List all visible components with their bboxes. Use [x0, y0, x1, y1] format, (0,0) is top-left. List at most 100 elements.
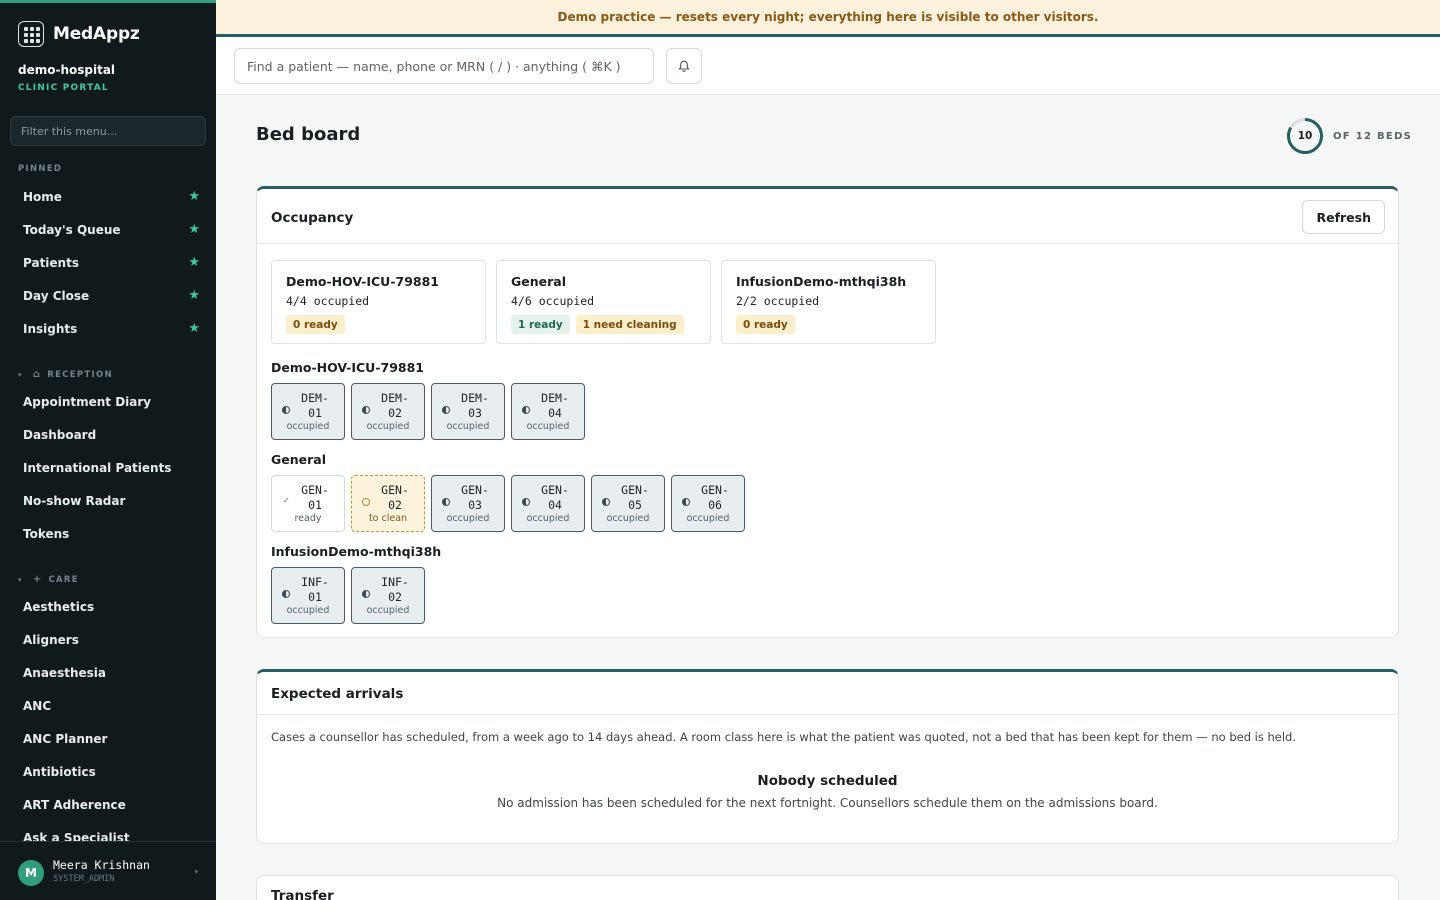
expected-arrivals-card: Expected arrivals Cases a counsellor has… — [256, 669, 1399, 844]
bed-tile-dem-01[interactable]: DEM-01 occupied — [271, 383, 345, 440]
ward-summary-card: Demo-HOV-ICU-79881 4/4 occupied 0 ready — [271, 260, 486, 344]
sidebar-item-anc-planner[interactable]: ANC Planner — [10, 724, 206, 754]
bed-status: occupied — [526, 513, 570, 524]
plus-icon: + — [32, 574, 43, 585]
patient-search-input[interactable] — [234, 48, 654, 84]
sidebar-item-tokens[interactable]: Tokens — [10, 519, 206, 549]
menu-filter-input[interactable] — [10, 116, 206, 146]
bed-tile-gen-02[interactable]: GEN-02 to clean — [351, 475, 425, 532]
banner-text: Demo practice — resets every night; ever… — [557, 10, 1099, 24]
refresh-button[interactable]: Refresh — [1302, 200, 1385, 234]
status-badge: 0 ready — [286, 315, 345, 334]
star-icon[interactable]: ★ — [188, 288, 200, 303]
chevron-down-icon: ▾ — [18, 575, 23, 584]
bed-status: occupied — [446, 421, 490, 432]
sidebar-item-label: Today's Queue — [23, 223, 121, 237]
star-icon[interactable]: ★ — [188, 321, 200, 336]
beds-occupancy-summary: 10 OF 12 BEDS — [1286, 117, 1412, 155]
tenant-name: demo-hospital — [18, 63, 116, 77]
bed-code: DEM-04 — [541, 391, 569, 420]
status-badge: 1 need cleaning — [575, 315, 684, 334]
sidebar-item-dashboard[interactable]: Dashboard — [10, 420, 206, 450]
card-title: Occupancy — [271, 210, 354, 226]
sidebar-item-label: Patients — [23, 256, 79, 270]
bed-tile-gen-01[interactable]: ✓ GEN-01 ready — [271, 475, 345, 532]
bed-status: occupied — [446, 513, 490, 524]
user-name: Meera Krishnan — [53, 858, 150, 872]
user-role: SYSTEM_ADMIN — [53, 874, 115, 884]
ward-summary-name: Demo-HOV-ICU-79881 — [286, 274, 440, 289]
sidebar-item-label: Insights — [23, 322, 78, 336]
sidebar: MedAppz demo-hospital CLINIC PORTAL PINN… — [0, 0, 216, 900]
section-toggle-reception[interactable]: ▾ ⌂ RECEPTION — [18, 369, 113, 380]
sidebar-item-art-adherence[interactable]: ART Adherence — [10, 790, 206, 820]
sidebar-item-international-patients[interactable]: International Patients — [10, 453, 206, 483]
notifications-button[interactable] — [666, 48, 702, 84]
sidebar-item-day-close[interactable]: Day Close ★ — [10, 281, 206, 311]
bed-status: occupied — [526, 421, 570, 432]
bed-tile-inf-01[interactable]: INF-01 occupied — [271, 567, 345, 624]
portal-label: CLINIC PORTAL — [18, 83, 109, 93]
bed-tile-gen-05[interactable]: GEN-05 occupied — [591, 475, 665, 532]
bed-status: occupied — [606, 513, 650, 524]
ward-summary-name: General — [511, 274, 566, 289]
home-icon: ⌂ — [32, 369, 42, 380]
bed-code: GEN-05 — [621, 483, 649, 512]
sidebar-item-patients[interactable]: Patients ★ — [10, 248, 206, 278]
bed-code: DEM-02 — [381, 391, 409, 420]
card-header: Occupancy Refresh — [257, 189, 1398, 244]
bed-tile-dem-04[interactable]: DEM-04 occupied — [511, 383, 585, 440]
sidebar-item-aligners[interactable]: Aligners — [10, 625, 206, 655]
sidebar-item-label: Day Close — [23, 289, 90, 303]
sidebar-item-antibiotics[interactable]: Antibiotics — [10, 757, 206, 787]
sidebar-item-home[interactable]: Home ★ — [10, 182, 206, 212]
occupied-icon — [522, 498, 530, 506]
star-icon[interactable]: ★ — [188, 222, 200, 237]
sidebar-item-anaesthesia[interactable]: Anaesthesia — [10, 658, 206, 688]
star-icon[interactable]: ★ — [188, 189, 200, 204]
ward-label: General — [271, 452, 326, 467]
occupied-icon — [602, 498, 610, 506]
bed-code: GEN-03 — [461, 483, 489, 512]
bed-status: ready — [294, 513, 322, 524]
brand[interactable]: MedAppz — [18, 21, 140, 47]
bed-code: INF-01 — [301, 575, 329, 604]
empty-state-title: Nobody scheduled — [757, 773, 898, 789]
bed-tile-dem-02[interactable]: DEM-02 occupied — [351, 383, 425, 440]
chevron-down-icon: ▾ — [18, 370, 23, 379]
sidebar-item-insights[interactable]: Insights ★ — [10, 314, 206, 344]
beds-total-label: OF 12 BEDS — [1333, 130, 1413, 142]
ward-summary-card: InfusionDemo-mthqi38h 2/2 occupied 0 rea… — [721, 260, 936, 344]
app-name: MedAppz — [53, 24, 140, 44]
occupied-icon — [282, 590, 290, 598]
bed-tile-gen-03[interactable]: GEN-03 occupied — [431, 475, 505, 532]
bed-code: GEN-01 — [301, 483, 329, 512]
status-badge: 0 ready — [736, 315, 795, 334]
chevron-down-icon: ▾ — [194, 868, 198, 876]
sidebar-item-appointment-diary[interactable]: Appointment Diary — [10, 387, 206, 417]
occupied-icon — [282, 406, 290, 414]
status-badge: 1 ready — [511, 315, 570, 334]
sidebar-item-no-show-radar[interactable]: No-show Radar — [10, 486, 206, 516]
sidebar-item-anc[interactable]: ANC — [10, 691, 206, 721]
ward-summary-occupied: 2/2 occupied — [736, 294, 820, 308]
section-label-pinned: PINNED — [18, 164, 63, 174]
sidebar-item-aesthetics[interactable]: Aesthetics — [10, 592, 206, 622]
sidebar-item-todays-queue[interactable]: Today's Queue ★ — [10, 215, 206, 245]
bed-tile-gen-04[interactable]: GEN-04 occupied — [511, 475, 585, 532]
section-toggle-care[interactable]: ▾ + CARE — [18, 574, 79, 585]
sidebar-item-ask-a-specialist[interactable]: Ask a Specialist — [10, 823, 206, 841]
user-menu[interactable]: M Meera Krishnan SYSTEM_ADMIN ▾ — [0, 841, 216, 900]
ward-summary-occupied: 4/4 occupied — [286, 294, 370, 308]
bed-tile-gen-06[interactable]: GEN-06 occupied — [671, 475, 745, 532]
bed-tile-dem-03[interactable]: DEM-03 occupied — [431, 383, 505, 440]
sidebar-nav[interactable]: PINNED Home ★ Today's Queue ★ Patients ★ Da… — [0, 153, 216, 841]
card-title: Transfer — [271, 888, 334, 900]
avatar: M — [18, 860, 44, 886]
empty-state-description: No admission has been scheduled for the … — [497, 796, 1158, 810]
bell-icon — [678, 60, 690, 72]
ward-label: InfusionDemo-mthqi38h — [271, 544, 442, 559]
bed-tile-inf-02[interactable]: INF-02 occupied — [351, 567, 425, 624]
star-icon[interactable]: ★ — [188, 255, 200, 270]
bed-code: INF-02 — [381, 575, 409, 604]
